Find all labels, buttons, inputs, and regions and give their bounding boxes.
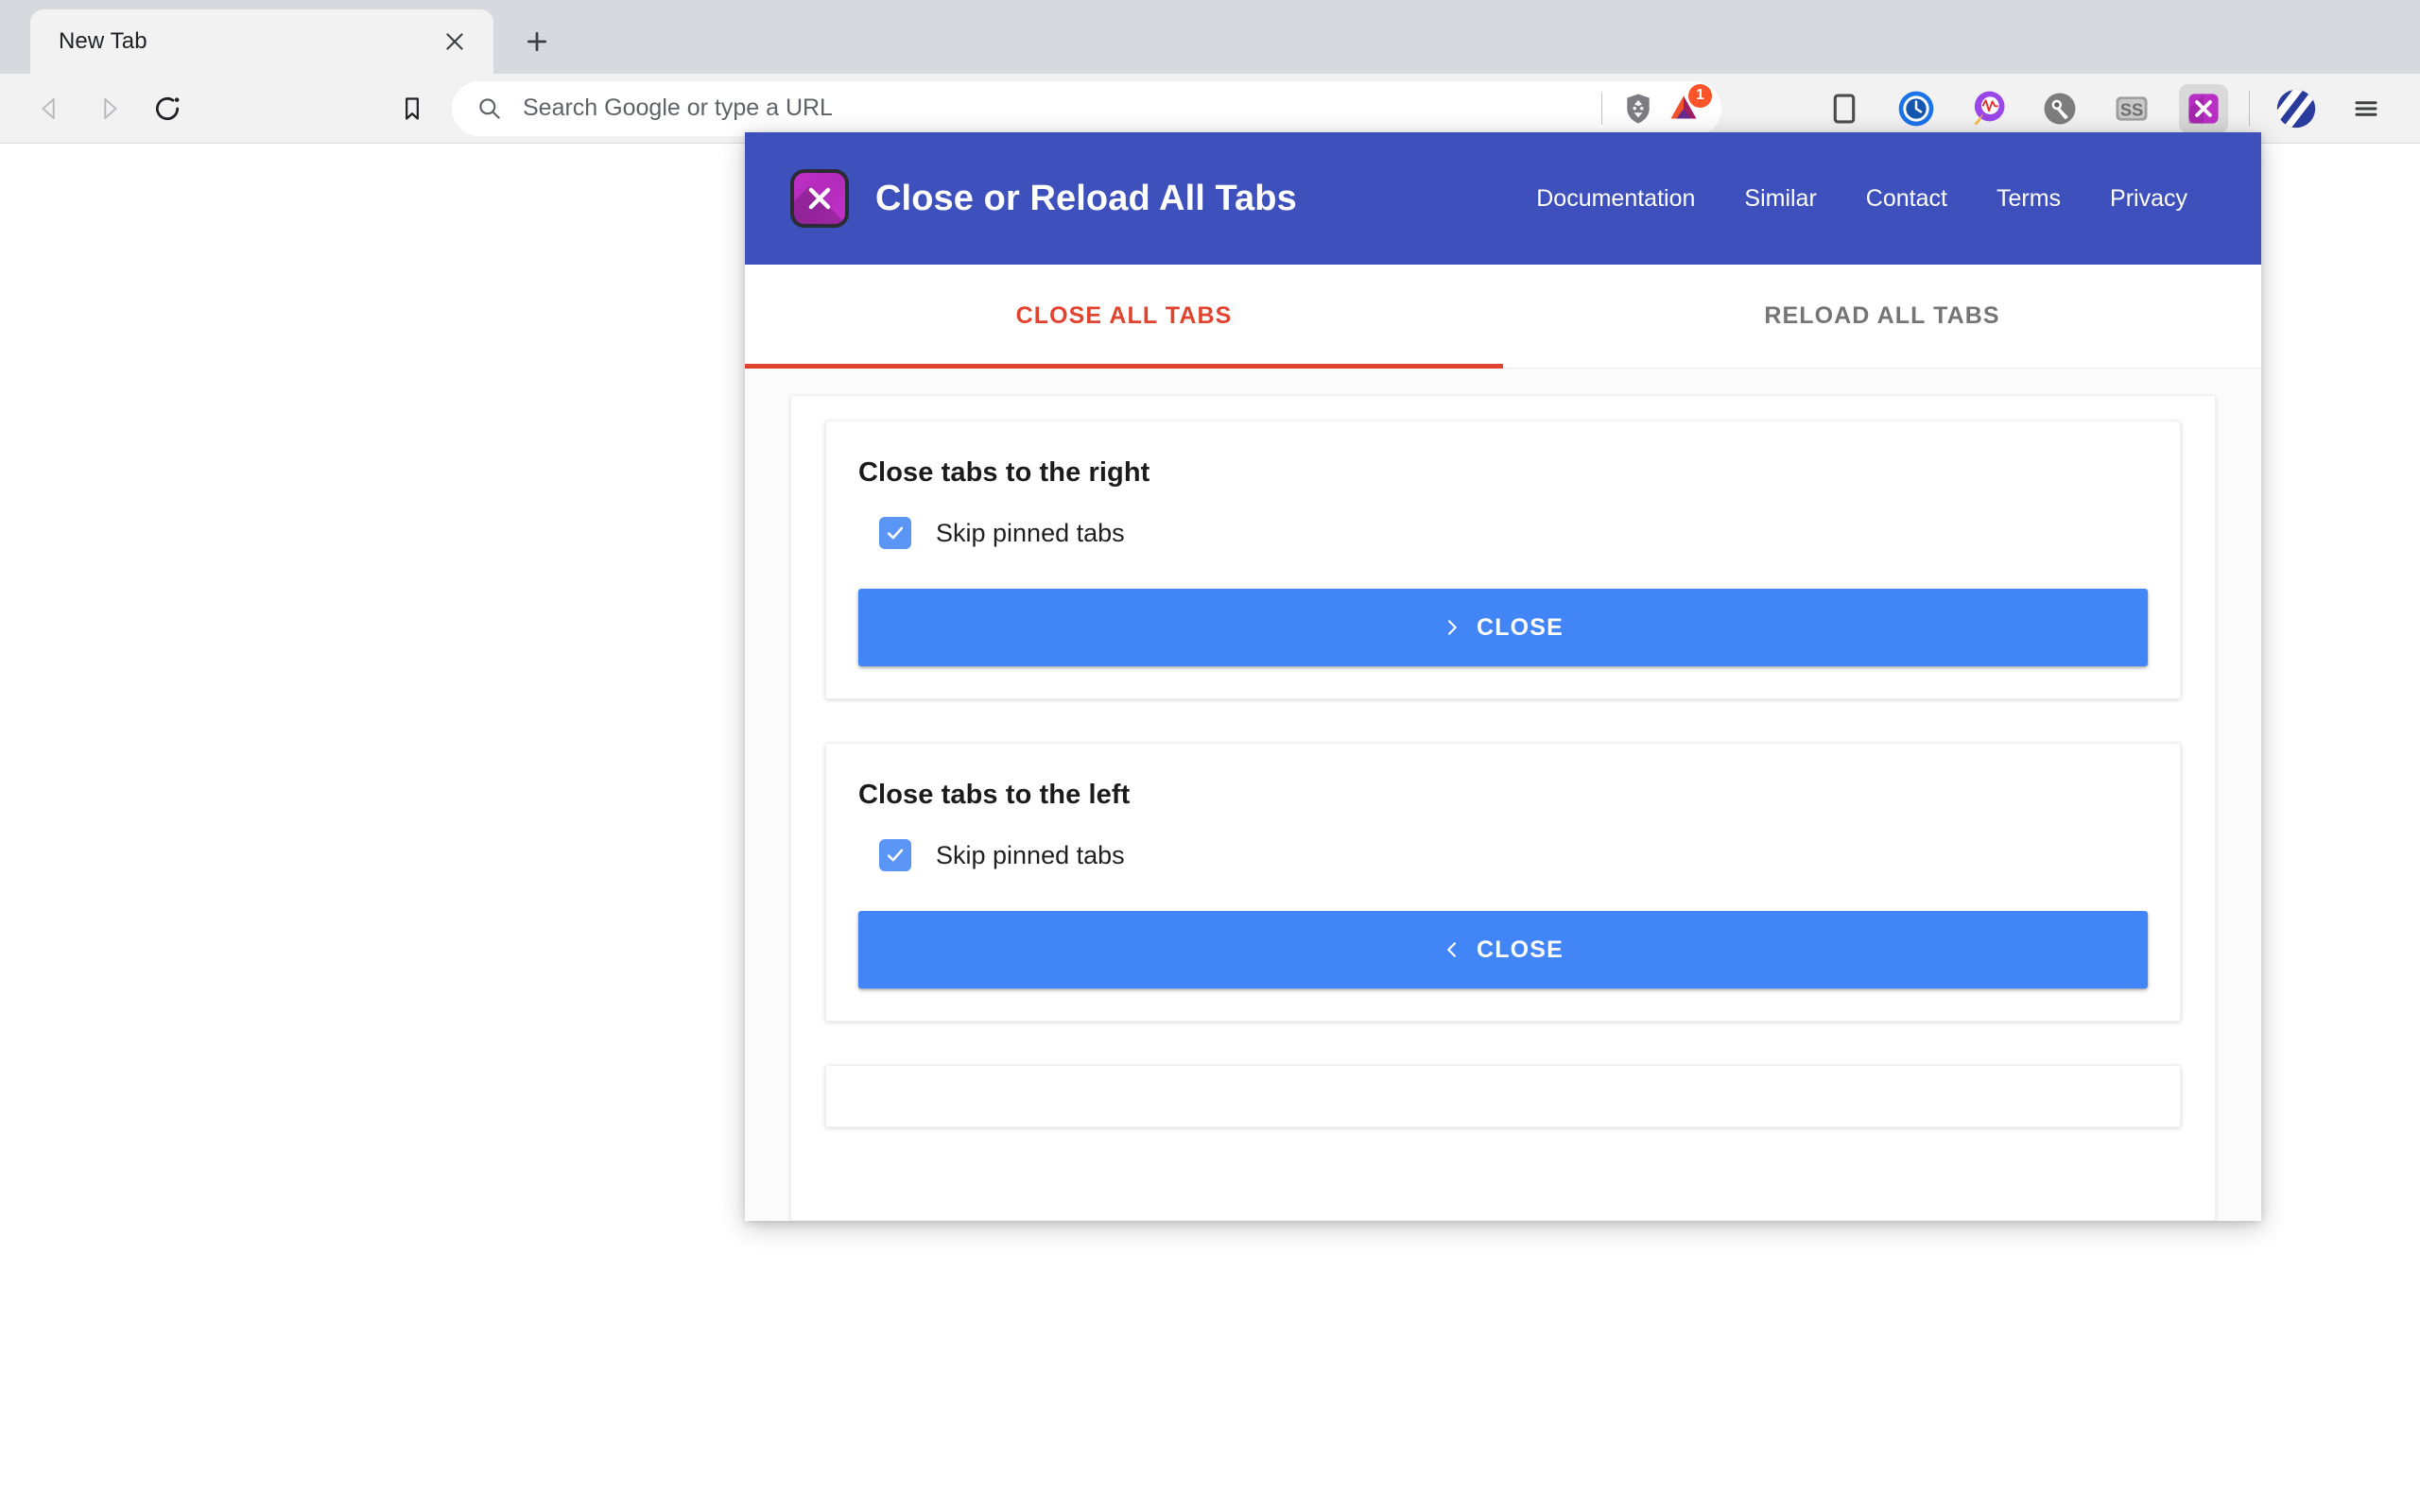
popup-tabs: CLOSE ALL TABS RELOAD ALL TABS bbox=[745, 265, 2261, 369]
skip-pinned-tabs-checkbox-right[interactable] bbox=[879, 517, 911, 549]
close-tabs-left-button-label: CLOSE bbox=[1476, 936, 1564, 963]
card-close-tabs-right: Close tabs to the right Skip pinned tabs… bbox=[825, 421, 2181, 699]
popup-header: Close or Reload All Tabs Documentation S… bbox=[745, 132, 2261, 265]
back-arrow-icon[interactable] bbox=[21, 79, 79, 138]
bat-notification-badge: 1 bbox=[1688, 83, 1712, 108]
tab-reload-all-tabs[interactable]: RELOAD ALL TABS bbox=[1503, 265, 2261, 368]
browser-chrome: New Tab Search Google or type a URL 1 SS bbox=[0, 0, 2420, 144]
mobile-view-extension-icon[interactable] bbox=[1820, 84, 1869, 133]
card-close-tabs-left: Close tabs to the left Skip pinned tabs … bbox=[825, 743, 2181, 1022]
extensions-area: SS bbox=[1820, 83, 2228, 133]
magnifier-extension-icon[interactable] bbox=[1963, 84, 2013, 133]
browser-tab[interactable]: New Tab bbox=[30, 9, 493, 74]
clock-extension-icon[interactable] bbox=[1892, 84, 1941, 133]
skip-pinned-tabs-row-left[interactable]: Skip pinned tabs bbox=[858, 839, 2148, 871]
nav-link-similar[interactable]: Similar bbox=[1744, 185, 1816, 213]
profile-avatar-icon[interactable] bbox=[2271, 83, 2322, 134]
search-icon bbox=[476, 95, 502, 121]
brave-lion-shield-icon[interactable] bbox=[1616, 86, 1661, 131]
tab-close-all-tabs[interactable]: CLOSE ALL TABS bbox=[745, 265, 1503, 369]
chevron-right-icon bbox=[1443, 616, 1461, 639]
popup-brand: Close or Reload All Tabs bbox=[790, 169, 1297, 228]
card-title: Close tabs to the left bbox=[858, 780, 1131, 810]
skip-pinned-tabs-checkbox-left[interactable] bbox=[879, 839, 911, 871]
close-icon[interactable] bbox=[437, 24, 473, 60]
skip-pinned-tabs-label-left: Skip pinned tabs bbox=[936, 840, 1125, 869]
hamburger-menu-icon[interactable] bbox=[2341, 83, 2392, 134]
skip-pinned-tabs-row-right[interactable]: Skip pinned tabs bbox=[858, 517, 2148, 549]
brave-rewards-triangle-icon[interactable]: 1 bbox=[1661, 83, 1712, 131]
card-title: Close tabs to the right bbox=[858, 457, 1150, 488]
search-input[interactable] bbox=[502, 94, 1588, 122]
omnibox[interactable]: 1 bbox=[452, 80, 1721, 136]
nav-link-privacy[interactable]: Privacy bbox=[2110, 185, 2187, 213]
bookmark-icon[interactable] bbox=[386, 82, 439, 135]
ss-extension-icon[interactable]: SS bbox=[2107, 84, 2156, 133]
plus-icon[interactable] bbox=[510, 15, 563, 68]
nav-link-documentation[interactable]: Documentation bbox=[1536, 185, 1695, 213]
omnibox-divider bbox=[1601, 92, 1602, 125]
wrench-extension-icon[interactable] bbox=[2035, 84, 2084, 133]
chevron-left-icon bbox=[1443, 938, 1461, 961]
close-tabs-left-button[interactable]: CLOSE bbox=[858, 911, 2148, 988]
card-next-partial bbox=[825, 1065, 2181, 1127]
page-title: Close or Reload All Tabs bbox=[875, 178, 1297, 218]
tab-title: New Tab bbox=[59, 28, 147, 54]
tab-strip: New Tab bbox=[0, 0, 2420, 74]
extension-popup: Close or Reload All Tabs Documentation S… bbox=[745, 132, 2261, 1221]
popup-nav: Documentation Similar Contact Terms Priv… bbox=[1536, 185, 2187, 213]
skip-pinned-tabs-label-right: Skip pinned tabs bbox=[936, 518, 1125, 547]
toolbar-divider bbox=[2249, 90, 2250, 127]
close-tabs-right-button-label: CLOSE bbox=[1476, 613, 1564, 641]
panel-surface: Close tabs to the right Skip pinned tabs… bbox=[790, 395, 2216, 1221]
nav-link-terms[interactable]: Terms bbox=[1996, 185, 2061, 213]
reload-icon[interactable] bbox=[138, 79, 197, 138]
tab-panel-close-all-tabs: Close tabs to the right Skip pinned tabs… bbox=[745, 369, 2261, 1221]
svg-text:SS: SS bbox=[2120, 100, 2143, 119]
nav-link-contact[interactable]: Contact bbox=[1866, 185, 1947, 213]
close-or-reload-all-tabs-extension-icon[interactable] bbox=[2179, 83, 2228, 133]
forward-arrow-icon[interactable] bbox=[79, 79, 138, 138]
close-or-reload-all-tabs-logo-icon bbox=[790, 169, 849, 228]
close-tabs-right-button[interactable]: CLOSE bbox=[858, 589, 2148, 666]
